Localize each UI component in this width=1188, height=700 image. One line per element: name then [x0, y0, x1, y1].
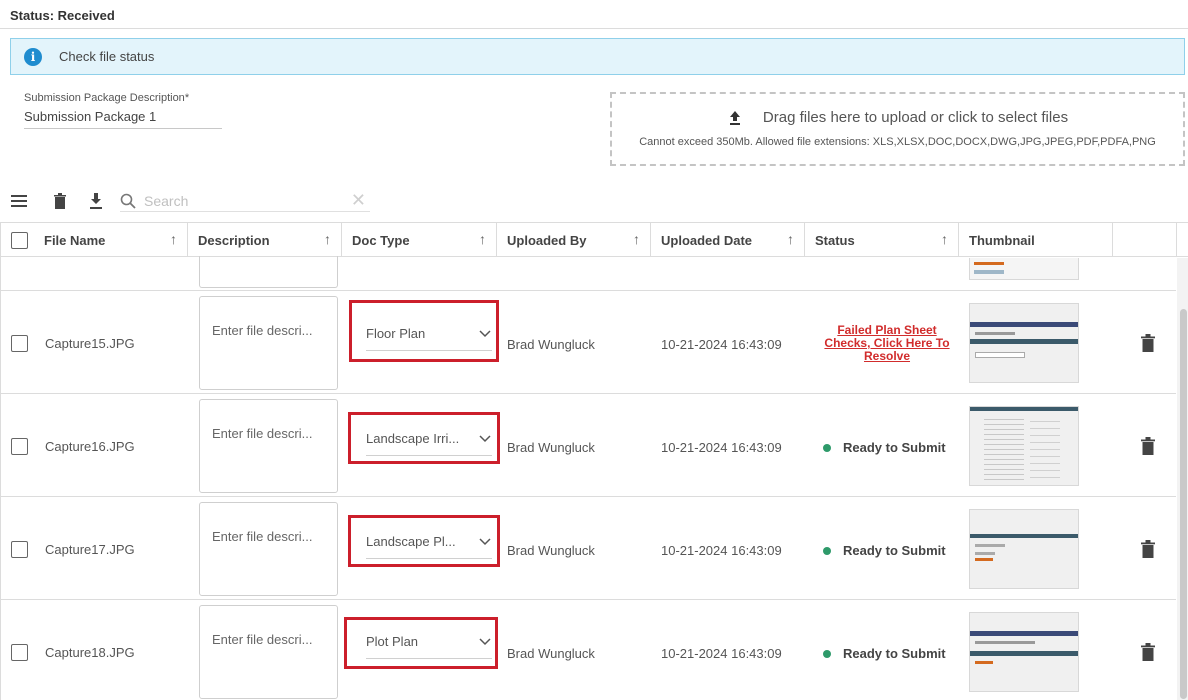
- chevron-down-icon: [479, 330, 491, 338]
- uploaded-date: 10-21-2024 16:43:09: [661, 543, 782, 558]
- column-header-thumbnail: Thumbnail: [959, 223, 1113, 257]
- column-header-uploaded-date[interactable]: Uploaded Date ↑: [651, 223, 805, 257]
- thumbnail-image[interactable]: [969, 303, 1079, 383]
- grid-header: File Name ↑ Description ↑ Doc Type ↑ Upl…: [1, 223, 1188, 257]
- scrollbar-thumb[interactable]: [1180, 309, 1187, 699]
- doc-type-select[interactable]: Plot Plan: [366, 634, 492, 659]
- uploaded-date: 10-21-2024 16:43:09: [661, 337, 782, 352]
- row-checkbox[interactable]: [11, 438, 28, 455]
- info-banner: i Check file status: [10, 38, 1185, 75]
- thumbnail-image[interactable]: [969, 406, 1079, 486]
- column-header-uploaded-by[interactable]: Uploaded By ↑: [497, 223, 651, 257]
- table-row: Capture17.JPG Enter file descri... Lands…: [1, 497, 1176, 600]
- column-header-doc-type[interactable]: Doc Type ↑: [342, 223, 497, 257]
- trash-icon[interactable]: [1141, 334, 1155, 352]
- search-box: ✕: [120, 190, 370, 212]
- sort-arrow-icon[interactable]: ↑: [170, 231, 177, 247]
- doc-type-select[interactable]: Landscape Irri...: [366, 431, 492, 456]
- table-row: Capture15.JPG Enter file descri... Floor…: [1, 291, 1176, 394]
- row-checkbox[interactable]: [11, 335, 28, 352]
- description-textarea[interactable]: Enter file descri...: [199, 605, 338, 699]
- file-name: Capture16.JPG: [45, 439, 135, 454]
- info-banner-text: Check file status: [59, 49, 155, 64]
- description-textarea[interactable]: Enter file descri...: [199, 296, 338, 390]
- file-name: Capture15.JPG: [45, 336, 135, 351]
- status-badge: Ready to Submit: [823, 646, 946, 661]
- package-description-label: Submission Package Description*: [24, 92, 190, 104]
- file-name: Capture18.JPG: [45, 645, 135, 660]
- status-dot: [823, 649, 831, 658]
- package-description-field[interactable]: Submission Package 1: [24, 109, 222, 129]
- description-textarea[interactable]: Enter file descri...: [199, 502, 338, 596]
- table-row: Capture18.JPG Enter file descri... Plot …: [1, 600, 1176, 700]
- sort-arrow-icon[interactable]: ↑: [479, 231, 486, 247]
- file-dropzone[interactable]: Drag files here to upload or click to se…: [610, 92, 1185, 166]
- column-header-description[interactable]: Description ↑: [188, 223, 342, 257]
- sort-arrow-icon[interactable]: ↑: [787, 231, 794, 247]
- file-name: Capture17.JPG: [45, 542, 135, 557]
- download-icon[interactable]: [87, 192, 105, 210]
- trash-icon[interactable]: [1141, 437, 1155, 455]
- status-dot: [823, 443, 831, 452]
- table-row: Capture16.JPG Enter file descri... Lands…: [1, 394, 1176, 497]
- column-header-file-name[interactable]: File Name ↑: [1, 223, 188, 257]
- table-row-partial: [1, 256, 1176, 291]
- close-icon[interactable]: ✕: [351, 191, 366, 209]
- row-checkbox[interactable]: [11, 541, 28, 558]
- uploaded-date: 10-21-2024 16:43:09: [661, 646, 782, 661]
- trash-icon[interactable]: [51, 192, 69, 210]
- thumbnail-image[interactable]: [969, 509, 1079, 589]
- divider: [0, 28, 1188, 29]
- uploaded-date: 10-21-2024 16:43:09: [661, 440, 782, 455]
- trash-icon[interactable]: [1141, 643, 1155, 661]
- chevron-down-icon: [479, 435, 491, 443]
- uploaded-by: Brad Wungluck: [507, 337, 595, 352]
- uploaded-by: Brad Wungluck: [507, 440, 595, 455]
- uploaded-by: Brad Wungluck: [507, 646, 595, 661]
- thumbnail-image[interactable]: [969, 612, 1079, 692]
- upload-icon: [729, 110, 740, 125]
- chevron-down-icon: [479, 538, 491, 546]
- menu-icon[interactable]: [10, 192, 28, 210]
- doc-type-select[interactable]: Landscape Pl...: [366, 534, 492, 559]
- files-grid: File Name ↑ Description ↑ Doc Type ↑ Upl…: [0, 222, 1188, 700]
- sort-arrow-icon[interactable]: ↑: [941, 231, 948, 247]
- status-badge: Ready to Submit: [823, 543, 946, 558]
- thumbnail-image[interactable]: [969, 258, 1079, 280]
- required-marker: *: [184, 92, 190, 104]
- description-textarea[interactable]: Enter file descri...: [199, 399, 338, 493]
- doc-type-select[interactable]: Floor Plan: [366, 326, 492, 351]
- sort-arrow-icon[interactable]: ↑: [633, 231, 640, 247]
- column-header-actions: [1113, 223, 1177, 257]
- status-badge: Ready to Submit: [823, 440, 946, 455]
- trash-icon[interactable]: [1141, 540, 1155, 558]
- row-checkbox[interactable]: [11, 644, 28, 661]
- dropzone-note: Cannot exceed 350Mb. Allowed file extens…: [639, 136, 1156, 148]
- column-header-status[interactable]: Status ↑: [805, 223, 959, 257]
- chevron-down-icon: [479, 638, 491, 646]
- dropzone-title: Drag files here to upload or click to se…: [762, 109, 1069, 126]
- uploaded-by: Brad Wungluck: [507, 543, 595, 558]
- info-icon: i: [24, 47, 42, 66]
- failed-checks-link[interactable]: Failed Plan Sheet Checks, Click Here To …: [813, 324, 961, 363]
- grid-toolbar: [10, 190, 105, 212]
- sort-arrow-icon[interactable]: ↑: [324, 231, 331, 247]
- description-textarea[interactable]: [199, 256, 338, 288]
- select-all-checkbox[interactable]: [11, 231, 28, 249]
- status-dot: [823, 546, 831, 555]
- search-icon: [120, 193, 136, 209]
- search-input[interactable]: [142, 191, 332, 210]
- status-label: Status: Received: [10, 8, 115, 23]
